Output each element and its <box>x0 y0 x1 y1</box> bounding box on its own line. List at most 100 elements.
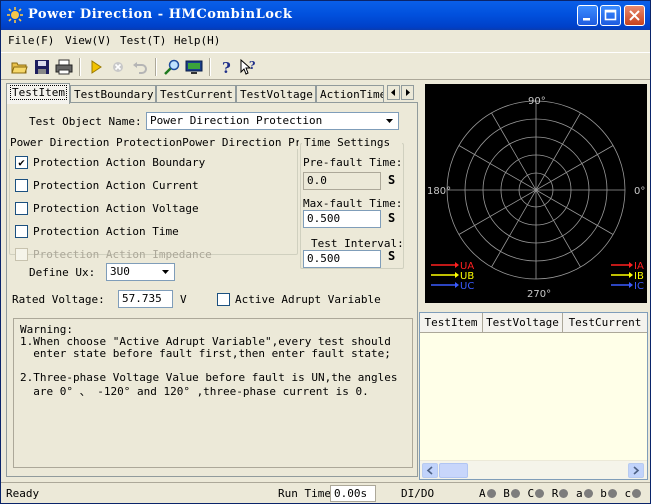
chevron-down-icon <box>158 265 173 279</box>
angle-label-0: 0° <box>634 186 645 197</box>
tab-label: TestBoundary <box>74 88 154 101</box>
warning-line: are 0° 、 -120° and 120° ,three-phase cur… <box>20 385 369 398</box>
tab-actiontime[interactable]: ActionTime <box>316 85 384 103</box>
tab-scroll-right[interactable] <box>401 85 414 100</box>
close-button[interactable] <box>624 5 645 26</box>
define-ux-select[interactable]: 3U0 <box>106 263 175 281</box>
active-adrupt-variable-label: Active Adrupt Variable <box>235 293 381 306</box>
arrow-right-icon <box>406 89 410 96</box>
led-label-b-lower: b <box>600 487 607 500</box>
tab-testboundary[interactable]: TestBoundary <box>70 85 156 103</box>
tab-testcurrent[interactable]: TestCurrent <box>156 85 236 103</box>
column-header-testvoltage[interactable]: TestVoltage <box>483 313 563 333</box>
minimize-icon <box>583 18 590 21</box>
led-label-c-lower: c <box>624 487 632 500</box>
test-interval-input[interactable]: 0.500 <box>303 250 381 268</box>
save-button[interactable] <box>33 58 51 76</box>
prefault-time-input[interactable]: 0.0 <box>303 172 381 190</box>
minimize-button[interactable] <box>577 5 598 26</box>
polar-plot: 90° 270° 180° 0° UA UB UC IA IB IC <box>427 96 645 300</box>
toolbar: ? ? <box>1 52 650 80</box>
led-indicator <box>535 489 545 498</box>
active-adrupt-variable-checkbox[interactable] <box>217 293 230 306</box>
test-object-select[interactable]: Power Direction Protection <box>146 112 399 130</box>
tab-testitem[interactable]: TestItem <box>6 83 70 104</box>
open-button[interactable] <box>11 58 29 76</box>
check-label: Protection Action Boundary <box>33 156 206 169</box>
save-icon <box>35 60 49 74</box>
play-icon <box>91 60 102 74</box>
print-button[interactable] <box>55 58 73 76</box>
column-header-testcurrent[interactable]: TestCurrent <box>563 313 647 333</box>
test-object-value: Power Direction Protection <box>150 114 323 127</box>
scroll-left-button[interactable] <box>422 463 438 478</box>
tab-label: ActionTime <box>320 88 384 101</box>
stop-icon <box>113 62 123 72</box>
scroll-thumb[interactable] <box>439 463 468 478</box>
toolbar-separator <box>155 58 157 76</box>
menu-file[interactable]: File(F) <box>8 34 54 47</box>
maximize-button[interactable] <box>600 5 621 26</box>
undo-button[interactable] <box>131 58 149 76</box>
tab-label: TestVoltage <box>240 88 313 101</box>
led-indicator <box>632 489 642 498</box>
tab-label: TestCurrent <box>160 88 233 101</box>
column-header-testitem[interactable]: TestItem <box>420 313 483 333</box>
stop-test-button[interactable] <box>109 58 127 76</box>
led-label-a-lower: a <box>576 487 583 500</box>
monitor-icon <box>185 60 203 74</box>
help-icon: ? <box>222 59 231 77</box>
led-indicator <box>510 489 520 498</box>
check-protection-action-boundary[interactable]: ✔ <box>15 156 28 169</box>
define-ux-value: 3U0 <box>110 265 130 278</box>
status-ready: Ready <box>6 487 40 500</box>
context-help-button[interactable]: ? <box>239 58 257 76</box>
led-indicator <box>486 489 496 498</box>
help-button[interactable]: ? <box>217 58 235 77</box>
run-time-label: Run Time <box>278 487 331 500</box>
tab-scroll-left[interactable] <box>387 85 400 100</box>
title-bar[interactable]: Power Direction - HMCombinLock <box>1 1 650 30</box>
rated-voltage-input[interactable]: 57.735 <box>118 290 173 308</box>
angle-label-270: 270° <box>527 289 551 300</box>
svg-text:?: ? <box>222 59 231 76</box>
maxfault-time-label: Max-fault Time: <box>303 197 403 210</box>
arrow-left-icon <box>391 89 395 96</box>
horizontal-scrollbar[interactable] <box>420 460 647 479</box>
check-label-disabled: Protection Action Impedance <box>33 248 212 261</box>
toolbar-separator <box>79 58 81 76</box>
interval-unit: S <box>388 249 396 263</box>
results-table: TestItem TestVoltage TestCurrent <box>419 312 648 480</box>
zoom-button[interactable] <box>163 58 181 76</box>
legend-uc: UC <box>460 281 474 292</box>
open-folder-icon <box>11 62 28 74</box>
menu-test[interactable]: Test(T) <box>120 34 166 47</box>
prefault-time-label: Pre-fault Time: <box>303 156 403 169</box>
maxfault-time-input[interactable]: 0.500 <box>303 210 381 228</box>
scroll-right-button[interactable] <box>628 463 644 478</box>
time-settings-group-title: Time Settings <box>302 136 402 149</box>
main-window: Power Direction - HMCombinLock File(F) V… <box>0 0 651 504</box>
arrow-left-icon <box>426 466 433 475</box>
testitem-panel: Test Object Name: Power Direction Protec… <box>6 102 418 477</box>
led-label-a: A <box>479 487 486 500</box>
menu-help[interactable]: Help(H) <box>174 34 220 47</box>
status-leds: A B C R a b c <box>479 487 642 500</box>
prefault-unit: S <box>388 173 396 187</box>
chevron-down-icon <box>382 114 397 128</box>
tab-testvoltage[interactable]: TestVoltage <box>236 85 316 103</box>
check-label: Protection Action Voltage <box>33 202 199 215</box>
check-protection-action-time[interactable] <box>15 225 28 238</box>
warning-box: Warning: 1.When choose "Active Adrupt Va… <box>13 318 413 468</box>
check-protection-action-current[interactable] <box>15 179 28 192</box>
monitor-button[interactable] <box>185 58 203 76</box>
start-test-button[interactable] <box>87 58 105 76</box>
polar-spokes <box>447 101 625 279</box>
current-legend: IA IB IC <box>611 261 644 292</box>
check-protection-action-voltage[interactable] <box>15 202 28 215</box>
window-title: Power Direction - HMCombinLock <box>28 7 293 22</box>
legend-ic: IC <box>634 281 644 292</box>
vector-diagram: 90° 270° 180° 0° UA UB UC IA IB IC <box>425 84 647 303</box>
menu-view[interactable]: View(V) <box>65 34 111 47</box>
define-ux-label: Define Ux: <box>29 266 96 279</box>
